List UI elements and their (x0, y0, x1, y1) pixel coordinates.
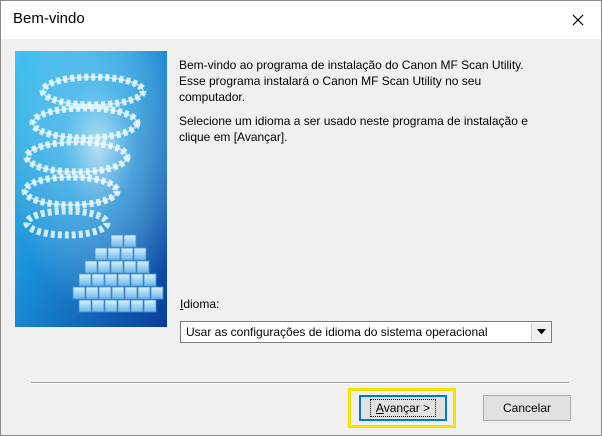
language-label-text: dioma: (183, 297, 220, 311)
close-button[interactable] (555, 1, 601, 39)
language-dropdown[interactable]: Usar as configurações de idioma do siste… (180, 321, 552, 343)
welcome-text: Bem-vindo ao programa de instalação do C… (179, 57, 579, 153)
installer-dialog: Bem-vindo Bem-vindo ao programa de insta… (0, 0, 602, 436)
next-button-text: vançar > (383, 401, 431, 415)
welcome-paragraph: Bem-vindo ao programa de instalação do C… (179, 58, 524, 104)
next-button-label: Avançar > (369, 399, 437, 417)
cancel-button[interactable]: Cancelar (483, 395, 571, 421)
language-label: Idioma: (180, 297, 219, 311)
installer-banner-image (15, 51, 167, 327)
separator-line (31, 382, 569, 384)
language-dropdown-value: Usar as configurações de idioma do siste… (186, 325, 488, 339)
close-icon (572, 14, 584, 26)
title-bar: Bem-vindo (1, 1, 601, 39)
chevron-down-icon (536, 329, 546, 335)
window-title: Bem-vindo (13, 10, 85, 27)
next-button[interactable]: Avançar > (359, 395, 447, 421)
next-button-mnemonic: A (375, 401, 384, 415)
dropdown-arrow-button[interactable] (531, 323, 550, 341)
instruction-paragraph: Selecione um idioma a ser usado neste pr… (179, 114, 528, 144)
